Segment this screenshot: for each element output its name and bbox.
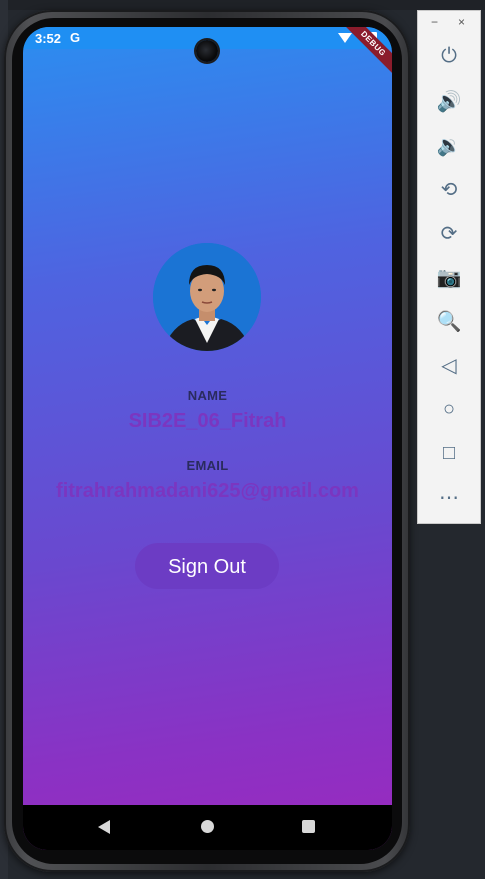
status-time: 3:52 bbox=[35, 31, 62, 46]
avatar bbox=[153, 243, 261, 351]
zoom-icon[interactable]: 🔍 bbox=[434, 306, 464, 336]
app-screen: 3:52 G DEBUG NAME SIB2E_06_Fitrah EMAIL bbox=[23, 27, 392, 850]
ide-background-bar bbox=[0, 0, 485, 10]
email-label: EMAIL bbox=[186, 458, 229, 473]
name-label: NAME bbox=[187, 388, 228, 403]
minimize-icon[interactable]: − bbox=[431, 15, 438, 29]
sign-out-button[interactable]: Sign Out bbox=[135, 543, 279, 589]
more-icon[interactable]: ⋯ bbox=[434, 482, 464, 512]
volume-up-icon[interactable]: 🔊 bbox=[434, 86, 464, 116]
home-icon[interactable]: ○ bbox=[434, 394, 464, 424]
power-icon[interactable]: ⏻ bbox=[434, 41, 464, 71]
name-value: SIB2E_06_Fitrah bbox=[128, 410, 287, 432]
back-icon[interactable]: ◁ bbox=[434, 350, 464, 380]
rotate-right-icon[interactable]: ⟳ bbox=[434, 218, 464, 248]
email-value: fitrahrahmadani625@gmail.com bbox=[56, 480, 359, 502]
google-icon: G bbox=[70, 30, 81, 45]
android-nav-bar bbox=[23, 805, 392, 850]
rotate-left-icon[interactable]: ⟲ bbox=[434, 174, 464, 204]
camera-icon[interactable]: 📷 bbox=[434, 262, 464, 292]
emulator-window-controls: − × bbox=[418, 15, 480, 31]
close-icon[interactable]: × bbox=[458, 15, 465, 29]
nav-home-icon[interactable] bbox=[201, 820, 214, 833]
overview-icon[interactable]: □ bbox=[434, 438, 464, 468]
volume-down-icon[interactable]: 🔉 bbox=[434, 130, 464, 160]
emulator-controls-panel: − × ⏻ 🔊 🔉 ⟲ ⟳ 📷 🔍 ◁ ○ □ ⋯ bbox=[417, 10, 481, 524]
nav-recents-icon[interactable] bbox=[302, 820, 315, 833]
nav-back-icon[interactable] bbox=[98, 820, 110, 834]
front-camera bbox=[196, 40, 218, 62]
wifi-icon bbox=[338, 33, 352, 43]
